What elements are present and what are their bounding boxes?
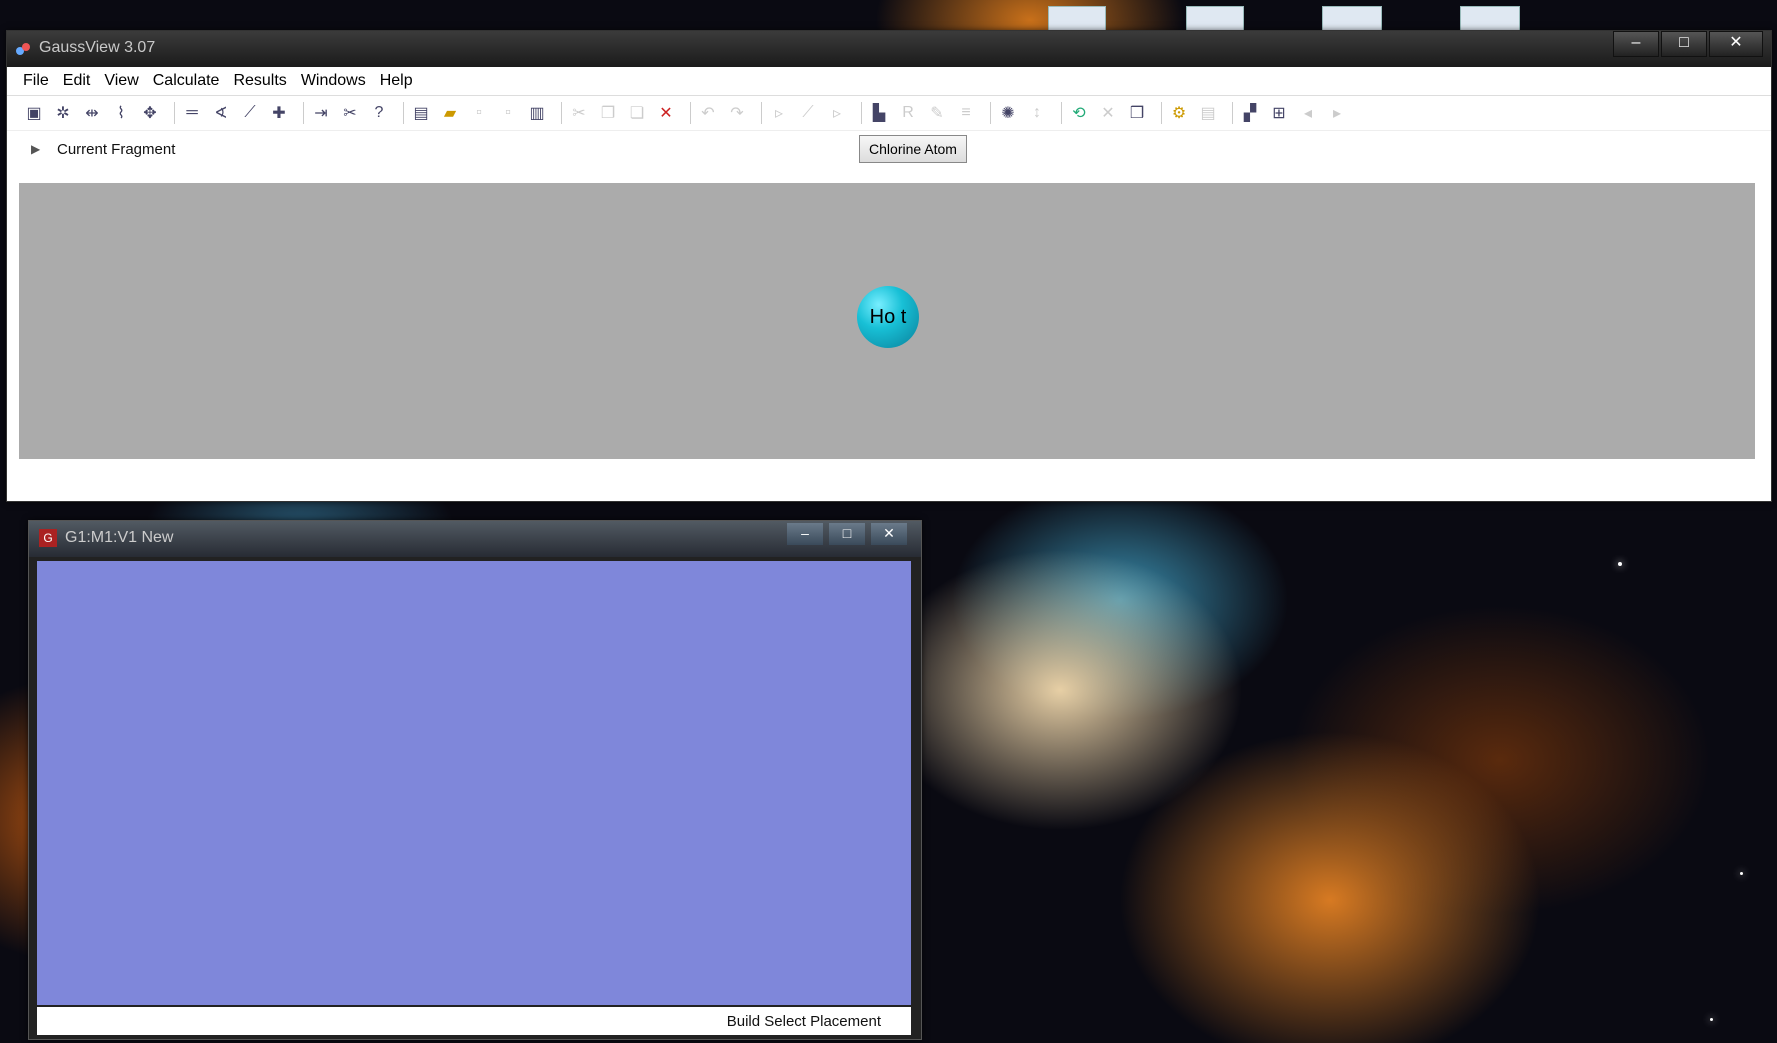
- toolbar: ▣ ✲ ⇹ ⌇ ✥ ═ ∢ ⟋ ✚ ⇥ ✂ ? ▤ ▰ ▫ ▫ ▥ ✂ ❐ ❏ …: [7, 96, 1771, 131]
- maximize-button[interactable]: □: [1661, 31, 1707, 57]
- bond-icon[interactable]: ⇹: [81, 102, 103, 124]
- menu-bar: File Edit View Calculate Results Windows…: [7, 67, 1771, 96]
- ring-icon[interactable]: ═: [181, 102, 203, 124]
- undo-icon[interactable]: ↶: [697, 102, 719, 124]
- toolbar-separator: [561, 102, 562, 124]
- clean-icon[interactable]: ✕: [1097, 102, 1119, 124]
- pencil-icon[interactable]: ✎: [926, 102, 948, 124]
- save-icon[interactable]: ▫: [468, 102, 490, 124]
- toolbar-separator: [690, 102, 691, 124]
- tile-icon[interactable]: ▞: [1239, 102, 1261, 124]
- cut-icon[interactable]: ✂: [568, 102, 590, 124]
- child-window-title: G1:M1:V1 New: [65, 529, 174, 546]
- maximize-button[interactable]: □: [829, 523, 865, 545]
- tags-icon[interactable]: ▹: [826, 102, 848, 124]
- status-bar: Build Select Placement: [37, 1007, 911, 1035]
- bookmark-icon[interactable]: ▤: [1197, 102, 1219, 124]
- toolbar-separator: [1232, 102, 1233, 124]
- close-button[interactable]: ✕: [1709, 31, 1763, 57]
- child-window-controls: – □ ✕: [781, 523, 907, 545]
- delete-icon[interactable]: ✂: [339, 102, 361, 124]
- builder-icon[interactable]: ≡: [955, 102, 977, 124]
- help-icon[interactable]: ?: [368, 102, 390, 124]
- toolbar-separator: [303, 102, 304, 124]
- document-icon[interactable]: ▙: [868, 102, 890, 124]
- atom-sphere[interactable]: Ho t: [857, 286, 919, 348]
- toolbar-separator: [1061, 102, 1062, 124]
- document-icon: G: [39, 529, 57, 547]
- reset-icon[interactable]: R: [897, 102, 919, 124]
- print-icon[interactable]: ▫: [497, 102, 519, 124]
- status-text: Build Select Placement: [726, 1013, 881, 1030]
- symmetry-icon[interactable]: ⇥: [310, 102, 332, 124]
- toolbar-separator: [990, 102, 991, 124]
- expand-arrow-icon[interactable]: ▶: [31, 142, 40, 156]
- window-controls: – □ ✕: [1611, 31, 1763, 57]
- molecule-canvas[interactable]: [37, 561, 911, 1005]
- copy-icon[interactable]: ❐: [597, 102, 619, 124]
- folder-icon[interactable]: ▰: [439, 102, 461, 124]
- fragment-preview-panel[interactable]: Ho t: [19, 183, 1755, 459]
- molecule-window: G G1:M1:V1 New – □ ✕ Build Select Placem…: [28, 520, 922, 1040]
- prev-icon[interactable]: ◂: [1297, 102, 1319, 124]
- angle-icon[interactable]: ∢: [210, 102, 232, 124]
- star: [1618, 562, 1622, 566]
- open-icon[interactable]: ▤: [410, 102, 432, 124]
- menu-edit[interactable]: Edit: [63, 72, 91, 90]
- fragment-row: ▶ Current Fragment Chlorine Atom: [7, 131, 1771, 167]
- menu-results[interactable]: Results: [233, 72, 286, 90]
- clipboard-icon[interactable]: ▥: [526, 102, 548, 124]
- close-button[interactable]: ✕: [871, 523, 907, 545]
- star: [1740, 872, 1743, 875]
- app-icon: [16, 43, 30, 55]
- refresh-icon[interactable]: ⟲: [1068, 102, 1090, 124]
- child-title-bar[interactable]: G G1:M1:V1 New – □ ✕: [29, 521, 921, 557]
- star: [1710, 1018, 1713, 1021]
- paste-icon[interactable]: ❏: [626, 102, 648, 124]
- redo-icon[interactable]: ↷: [726, 102, 748, 124]
- bond-length-icon[interactable]: ⌇: [110, 102, 132, 124]
- dihedral-icon[interactable]: ⟋: [239, 102, 261, 124]
- menu-windows[interactable]: Windows: [301, 72, 366, 90]
- gear-icon[interactable]: ⚙: [1168, 102, 1190, 124]
- current-fragment-label: Current Fragment: [57, 141, 176, 158]
- grid-icon[interactable]: ⊞: [1268, 102, 1290, 124]
- main-window: GaussView 3.07 – □ ✕ File Edit View Calc…: [6, 30, 1772, 502]
- toolbar-separator: [403, 102, 404, 124]
- title-bar[interactable]: GaussView 3.07 – □ ✕: [7, 31, 1771, 67]
- measure-icon[interactable]: ⟋: [797, 102, 819, 124]
- sync-icon[interactable]: ✺: [997, 102, 1019, 124]
- atom-icon[interactable]: ✥: [139, 102, 161, 124]
- window-icon[interactable]: ❒: [1126, 102, 1148, 124]
- window-title: GaussView 3.07: [39, 39, 156, 56]
- inquire-icon[interactable]: ▹: [768, 102, 790, 124]
- toolbar-separator: [174, 102, 175, 124]
- minimize-button[interactable]: –: [1613, 31, 1659, 57]
- menu-file[interactable]: File: [23, 72, 49, 90]
- toolbar-separator: [1161, 102, 1162, 124]
- pointer-icon[interactable]: ↕: [1026, 102, 1048, 124]
- fragment-button[interactable]: Chlorine Atom: [859, 135, 967, 163]
- menu-view[interactable]: View: [104, 72, 138, 90]
- toolbar-separator: [861, 102, 862, 124]
- menu-calculate[interactable]: Calculate: [153, 72, 220, 90]
- add-valence-icon[interactable]: ✚: [268, 102, 290, 124]
- toolbar-separator: [761, 102, 762, 124]
- minimize-button[interactable]: –: [787, 523, 823, 545]
- select-icon[interactable]: ▣: [23, 102, 45, 124]
- cancel-icon[interactable]: ✕: [655, 102, 677, 124]
- rotate-icon[interactable]: ✲: [52, 102, 74, 124]
- menu-help[interactable]: Help: [380, 72, 413, 90]
- next-icon[interactable]: ▸: [1326, 102, 1348, 124]
